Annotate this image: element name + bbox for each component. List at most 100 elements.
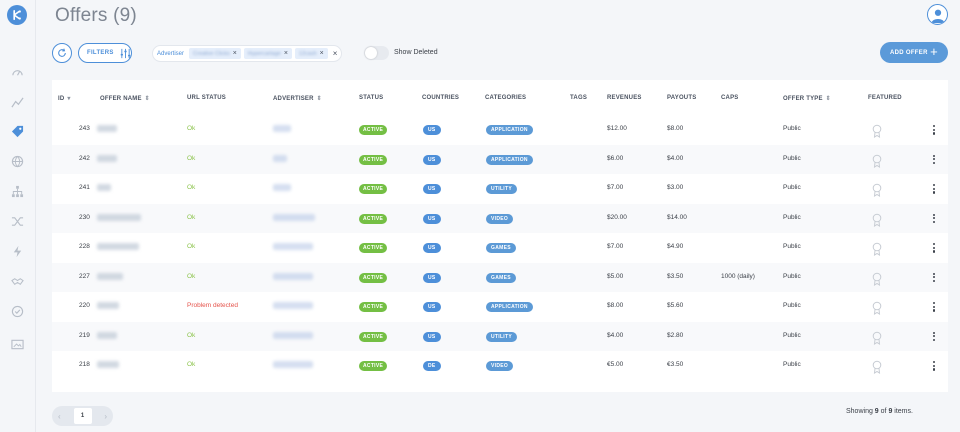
table-row[interactable]: 218 Ok ACTIVE DE VIDEO €5.00 €3.50 Public — [52, 351, 948, 381]
refresh-button[interactable] — [52, 43, 72, 63]
clear-filters-icon[interactable]: × — [333, 49, 338, 58]
advertiser-redacted[interactable] — [273, 213, 315, 221]
table-row[interactable]: 227 Ok ACTIVE US GAMES $5.00 $3.50 1000 (daily)… — [52, 262, 948, 292]
offer-name-redacted[interactable] — [97, 154, 117, 162]
featured-ribbon-icon[interactable] — [872, 272, 882, 286]
featured-ribbon-icon[interactable] — [872, 183, 882, 197]
row-actions-icon[interactable] — [933, 243, 936, 253]
table-row[interactable]: 243 Ok ACTIVE US APPLICATION $12.00 $8.00 Publi… — [52, 115, 948, 145]
row-actions-icon[interactable] — [933, 213, 936, 224]
pagination: ‹ 1 › — [52, 406, 113, 426]
column-header-offer-name[interactable]: OFFER NAME ⇕ — [100, 95, 150, 103]
offer-name-redacted[interactable] — [97, 361, 119, 368]
status-badge: ACTIVE — [359, 361, 388, 371]
category-badge: UTILITY — [486, 331, 517, 342]
add-offer-button[interactable]: ADD OFFER + — [880, 42, 948, 63]
revenue-value: $12.00 — [607, 125, 627, 132]
lightning-icon[interactable] — [10, 244, 24, 258]
remove-chip-icon[interactable]: × — [284, 50, 288, 57]
featured-ribbon-icon[interactable] — [872, 301, 882, 315]
app-logo[interactable] — [7, 5, 27, 25]
show-deleted-toggle[interactable] — [364, 46, 389, 60]
offer-name-redacted[interactable] — [97, 243, 139, 250]
add-offer-label: ADD OFFER — [890, 49, 928, 56]
advertiser-redacted[interactable] — [273, 331, 313, 339]
column-header-revenues: REVENUES — [607, 95, 642, 101]
advertiser-redacted[interactable] — [273, 125, 291, 132]
sort-icon: ⇕ — [316, 96, 322, 102]
table-row[interactable]: 220 Problem detected ACTIVE US APPLICATION $8… — [52, 292, 948, 322]
shuffle-icon[interactable] — [10, 214, 24, 228]
featured-ribbon-icon[interactable] — [872, 213, 882, 227]
image-icon[interactable] — [10, 337, 24, 351]
url-status: Ok — [187, 331, 196, 339]
column-header-countries: COUNTRIES — [422, 95, 459, 101]
column-header-label: STATUS — [359, 95, 384, 101]
row-actions-icon[interactable] — [933, 184, 936, 194]
offer-id: 241 — [79, 184, 90, 191]
row-actions-icon[interactable] — [933, 361, 936, 371]
column-header-label: FEATURED — [868, 95, 902, 101]
filters-button[interactable]: FILTERS — [78, 43, 132, 63]
show-deleted-label: Show Deleted — [394, 49, 438, 56]
column-header-id[interactable]: ID ▾ — [58, 95, 71, 103]
offer-name-redacted[interactable] — [97, 213, 141, 221]
advertiser-redacted[interactable] — [273, 272, 313, 280]
featured-ribbon-icon[interactable] — [872, 242, 882, 256]
row-actions-icon[interactable] — [933, 331, 936, 342]
offer-name-redacted[interactable] — [97, 331, 117, 339]
column-header-caps: CAPS — [721, 95, 738, 101]
column-header-advertiser[interactable]: ADVERTISER ⇕ — [273, 95, 322, 103]
status-badge: ACTIVE — [359, 272, 388, 283]
page-1-button[interactable]: 1 — [73, 408, 92, 424]
sitemap-icon[interactable] — [10, 184, 24, 198]
offer-type-value: Public — [783, 331, 801, 339]
row-actions-icon[interactable] — [933, 125, 936, 135]
remove-chip-icon[interactable]: × — [320, 50, 324, 57]
offer-name-redacted[interactable] — [97, 272, 123, 280]
featured-ribbon-icon[interactable] — [872, 360, 882, 374]
offer-name-redacted[interactable] — [97, 125, 117, 132]
page-title: Offers (9) — [55, 5, 137, 26]
featured-ribbon-icon[interactable] — [872, 124, 882, 138]
row-actions-icon[interactable] — [933, 302, 936, 312]
advertiser-redacted[interactable] — [273, 361, 313, 368]
handshake-icon[interactable] — [10, 274, 24, 288]
caps-value: 1000 (daily) — [721, 272, 755, 280]
offer-id: 228 — [79, 243, 90, 250]
offer-id: 219 — [79, 331, 90, 339]
prev-page-button[interactable]: ‹ — [58, 412, 61, 421]
revenue-value: €5.00 — [607, 361, 624, 368]
toggle-knob — [365, 47, 377, 59]
column-header-offer-type[interactable]: OFFER TYPE ⇕ — [783, 95, 831, 103]
table-row[interactable]: 228 Ok ACTIVE US GAMES $7.00 $4.90 Public — [52, 233, 948, 263]
status-badge: ACTIVE — [359, 125, 388, 135]
offer-name-redacted[interactable] — [97, 302, 119, 309]
chart-line-icon[interactable] — [10, 95, 24, 109]
advertiser-redacted[interactable] — [273, 154, 287, 162]
category-badge: APPLICATION — [486, 125, 533, 135]
offer-id: 230 — [79, 213, 90, 221]
tag-icon[interactable] — [10, 124, 24, 138]
remove-chip-icon[interactable]: × — [233, 50, 237, 57]
table-row[interactable]: 219 Ok ACTIVE US UTILITY $4.00 $2.80 Public — [52, 321, 948, 351]
featured-ribbon-icon[interactable] — [872, 154, 882, 168]
table-row[interactable]: 242 Ok ACTIVE US APPLICATION $6.00 $4.00 Public — [52, 144, 948, 174]
offer-name-redacted[interactable] — [97, 184, 111, 191]
advertiser-redacted[interactable] — [273, 302, 313, 309]
speedometer-icon[interactable] — [10, 65, 24, 79]
table-row[interactable]: 230 Ok ACTIVE US VIDEO $20.00 $14.00 Public — [52, 203, 948, 233]
next-page-button[interactable]: › — [104, 412, 107, 421]
row-actions-icon[interactable] — [933, 272, 936, 283]
sort-desc-icon: ▾ — [67, 96, 71, 102]
row-actions-icon[interactable] — [933, 154, 936, 165]
advertiser-redacted[interactable] — [273, 243, 313, 250]
check-circle-icon[interactable] — [10, 304, 24, 318]
category-badge: GAMES — [486, 243, 516, 253]
user-avatar[interactable] — [927, 4, 948, 25]
payout-value: $4.00 — [667, 154, 684, 162]
advertiser-redacted[interactable] — [273, 184, 291, 191]
featured-ribbon-icon[interactable] — [872, 331, 882, 345]
globe-icon[interactable] — [10, 154, 24, 168]
table-row[interactable]: 241 Ok ACTIVE US UTILITY $7.00 $3.00 Public — [52, 174, 948, 204]
